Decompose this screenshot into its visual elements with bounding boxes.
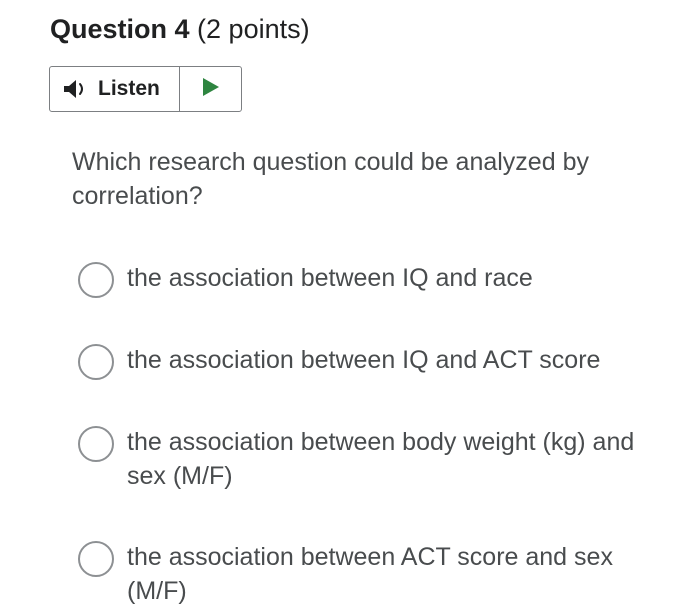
- listen-button[interactable]: Listen: [50, 67, 180, 111]
- listen-label: Listen: [98, 77, 160, 100]
- answer-label: the association between ACT score and se…: [127, 543, 613, 605]
- question-header: Question 4 (2 points): [50, 14, 310, 45]
- answer-label: the association between body weight (kg)…: [127, 428, 635, 490]
- quiz-page: Question 4 (2 points) Listen Which resea…: [0, 0, 700, 614]
- listen-toolbar: Listen: [49, 66, 242, 112]
- answer-label: the association between IQ and race: [127, 264, 533, 292]
- answer-label: the association between IQ and ACT score: [127, 346, 601, 374]
- answer-option[interactable]: the association between IQ and race: [78, 262, 658, 298]
- speaker-icon: [62, 78, 90, 100]
- question-title: Question 4: [50, 14, 190, 44]
- radio-button[interactable]: [78, 344, 114, 380]
- radio-button[interactable]: [78, 262, 114, 298]
- radio-button[interactable]: [78, 541, 114, 577]
- answer-option[interactable]: the association between IQ and ACT score: [78, 344, 658, 380]
- radio-button[interactable]: [78, 426, 114, 462]
- question-text: Which research question could be analyze…: [72, 148, 589, 210]
- play-button[interactable]: [180, 67, 241, 111]
- play-icon: [201, 76, 221, 103]
- question-points: (2 points): [197, 14, 310, 44]
- answer-option[interactable]: the association between body weight (kg)…: [78, 426, 658, 493]
- answer-option[interactable]: the association between ACT score and se…: [78, 541, 658, 608]
